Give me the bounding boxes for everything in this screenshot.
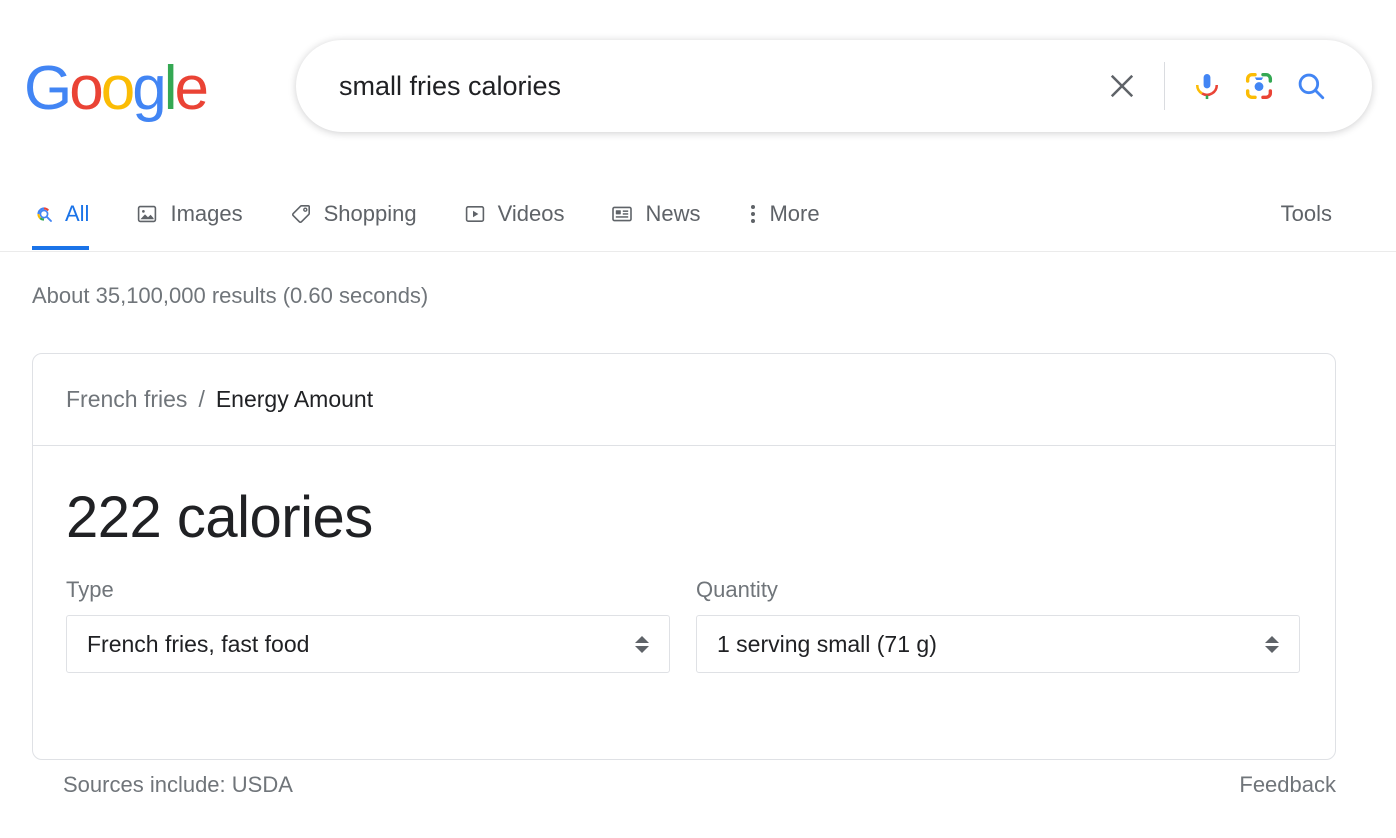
google-lens-camera-icon	[1242, 69, 1276, 103]
quantity-select-value: 1 serving small (71 g)	[717, 631, 1265, 658]
tab-news[interactable]: News	[610, 178, 700, 250]
quantity-field-label: Quantity	[696, 576, 1300, 604]
microphone-icon	[1190, 69, 1224, 103]
type-select-value: French fries, fast food	[87, 631, 635, 658]
search-submit-button[interactable]	[1285, 60, 1337, 112]
tab-videos[interactable]: Videos	[463, 178, 565, 250]
price-tag-icon	[289, 202, 313, 226]
tab-all[interactable]: All	[32, 178, 89, 250]
quantity-select[interactable]: 1 serving small (71 g)	[696, 615, 1300, 673]
video-play-icon	[463, 202, 487, 226]
tab-images[interactable]: Images	[135, 178, 242, 250]
logo-letter-o1: o	[69, 54, 100, 123]
search-magnifier-icon	[1294, 69, 1328, 103]
voice-search-button[interactable]	[1181, 60, 1233, 112]
tab-more-label: More	[769, 201, 819, 227]
search-nav-bar: All Images	[0, 178, 1396, 252]
logo-letter-g1: G	[24, 54, 69, 123]
tab-news-label: News	[645, 201, 700, 227]
more-vertical-icon	[746, 203, 760, 225]
logo-letter-g2: g	[132, 54, 163, 123]
chevron-down-icon[interactable]	[635, 646, 649, 653]
breadcrumb: French fries / Energy Amount	[33, 354, 1335, 446]
type-select[interactable]: French fries, fast food	[66, 615, 670, 673]
knowledge-panel-body: 222 calories Type French fries, fast foo…	[33, 446, 1335, 673]
newspaper-icon	[610, 202, 634, 226]
logo-letter-l: l	[164, 54, 175, 123]
logo-letter-o2: o	[101, 54, 132, 123]
quantity-field: Quantity 1 serving small (71 g)	[696, 576, 1300, 673]
close-icon	[1106, 70, 1138, 102]
tab-all-label: All	[65, 201, 89, 227]
search-colored-icon	[32, 202, 56, 226]
nutrition-controls: Type French fries, fast food Quantity 1 …	[66, 576, 1302, 673]
breadcrumb-current: Energy Amount	[216, 386, 373, 413]
google-logo[interactable]: Google	[24, 56, 206, 122]
breadcrumb-parent-link[interactable]: French fries	[66, 386, 187, 413]
result-stats: About 35,100,000 results (0.60 seconds)	[32, 281, 428, 311]
type-field: Type French fries, fast food	[66, 576, 670, 673]
type-field-label: Type	[66, 576, 670, 604]
calorie-headline: 222 calories	[66, 484, 1302, 552]
sources-text: Sources include: USDA	[32, 772, 293, 798]
tab-images-label: Images	[170, 201, 242, 227]
stepper-arrows-icon[interactable]	[1265, 636, 1279, 653]
search-divider	[1164, 62, 1165, 110]
tools-button-label: Tools	[1281, 201, 1332, 227]
tab-more[interactable]: More	[746, 178, 819, 250]
breadcrumb-separator: /	[198, 386, 204, 413]
tab-shopping[interactable]: Shopping	[289, 178, 417, 250]
search-input[interactable]	[297, 66, 1096, 106]
chevron-up-icon[interactable]	[635, 636, 649, 643]
image-icon	[135, 202, 159, 226]
feedback-link[interactable]: Feedback	[1239, 772, 1336, 798]
chevron-up-icon[interactable]	[1265, 636, 1279, 643]
tools-button[interactable]: Tools	[1281, 178, 1332, 250]
knowledge-panel-footer: Sources include: USDA Feedback	[32, 772, 1336, 798]
chevron-down-icon[interactable]	[1265, 646, 1279, 653]
google-search-results-page: Google	[0, 0, 1396, 838]
tab-shopping-label: Shopping	[324, 201, 417, 227]
tab-videos-label: Videos	[498, 201, 565, 227]
logo-letter-e: e	[174, 54, 205, 123]
clear-search-button[interactable]	[1096, 60, 1148, 112]
google-lens-button[interactable]	[1233, 60, 1285, 112]
stepper-arrows-icon[interactable]	[635, 636, 649, 653]
search-bar-actions	[1096, 60, 1371, 112]
search-tabs: All Images	[32, 178, 866, 250]
search-bar[interactable]	[296, 40, 1372, 132]
knowledge-panel-card: French fries / Energy Amount 222 calorie…	[32, 353, 1336, 760]
